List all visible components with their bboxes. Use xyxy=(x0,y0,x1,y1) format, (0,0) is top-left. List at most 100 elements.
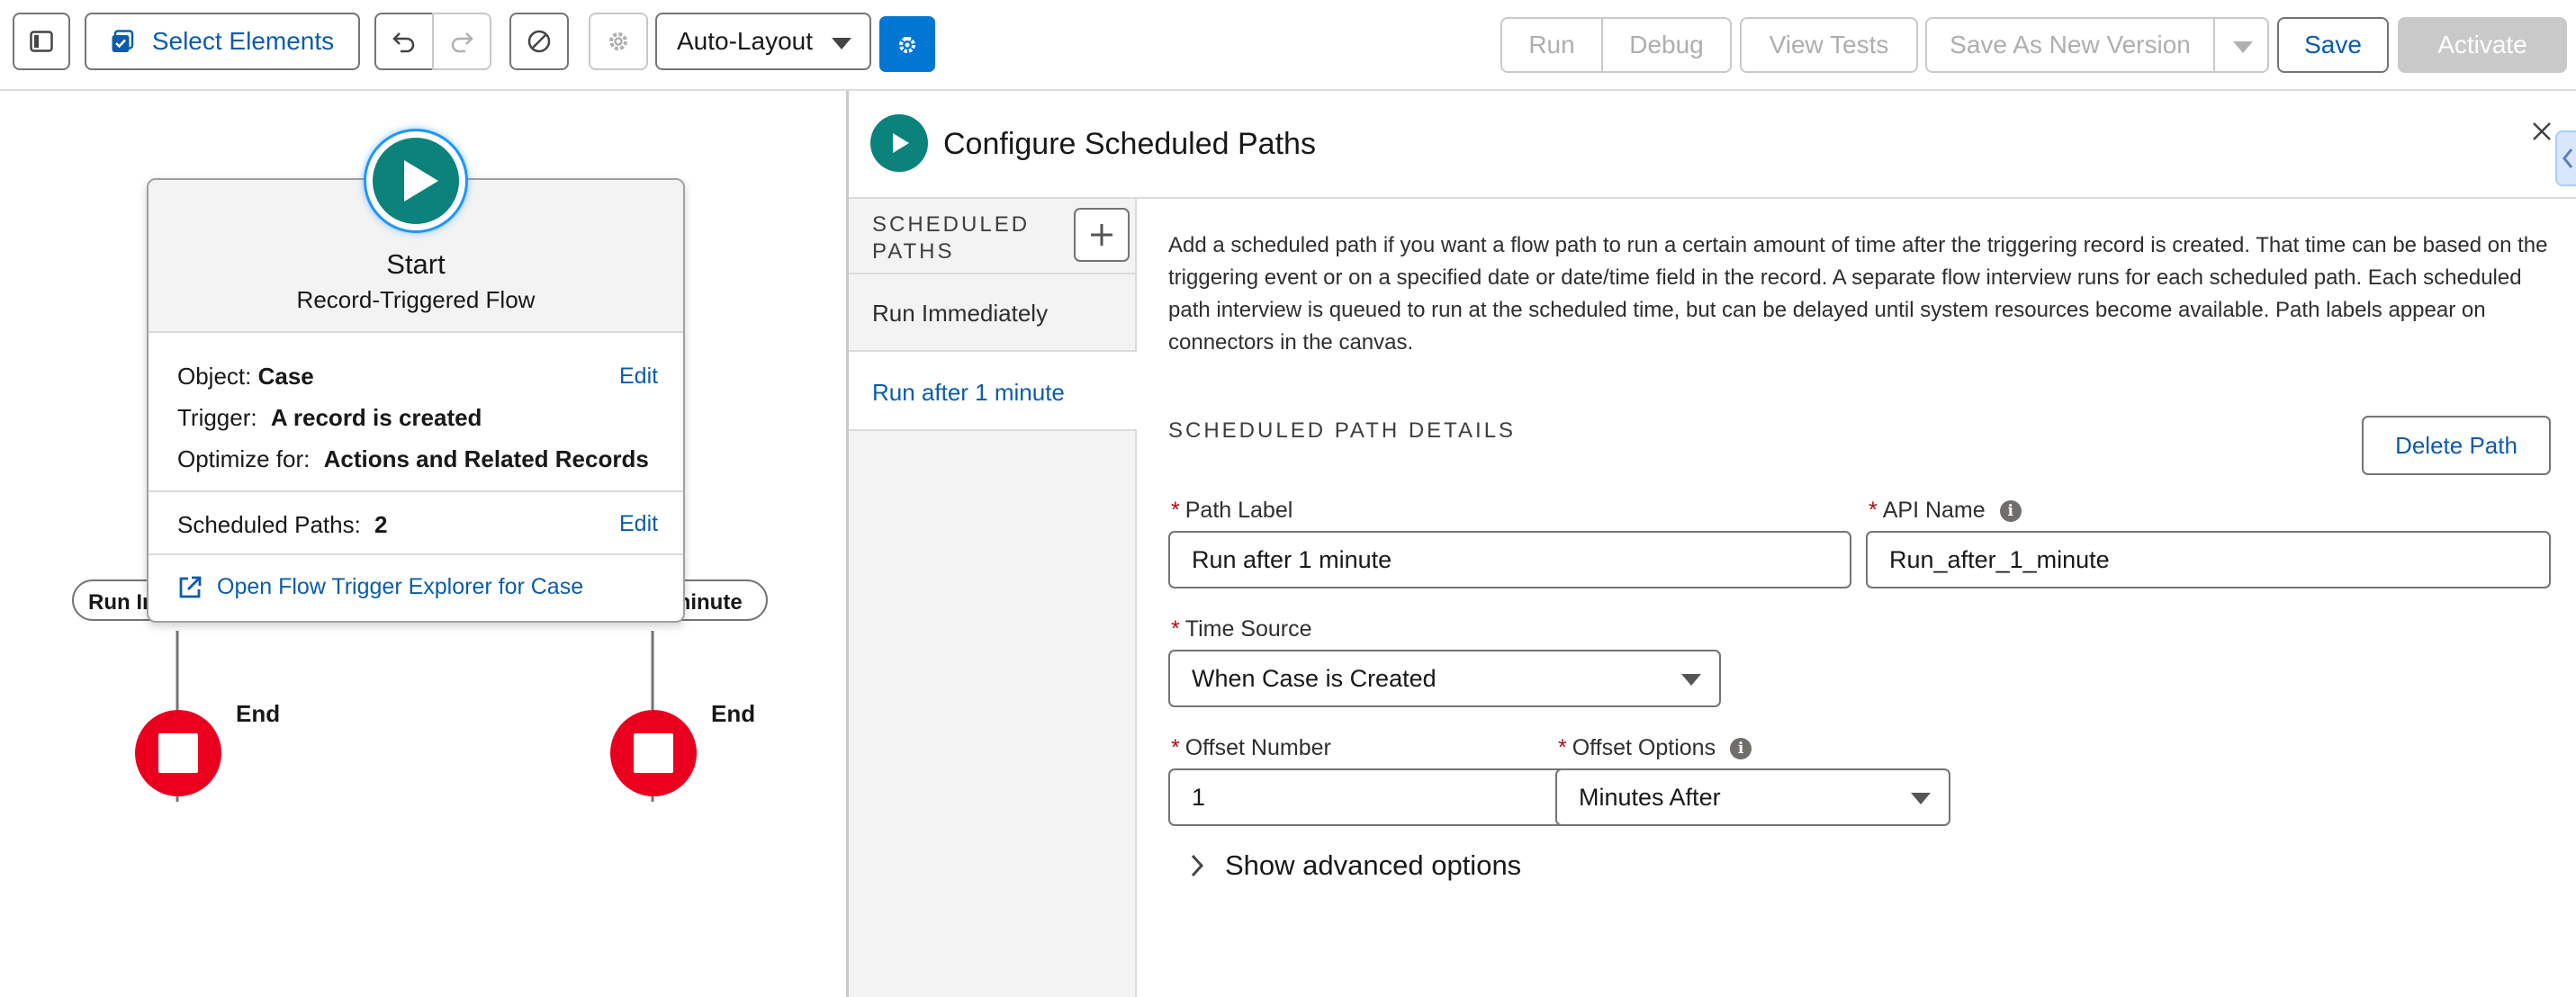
undo-icon xyxy=(392,29,417,54)
delete-path-label: Delete Path xyxy=(2395,431,2517,459)
optimize-row: Optimize for: Actions and Related Record… xyxy=(177,445,649,473)
debug-label: Debug xyxy=(1629,31,1704,58)
chevron-left-icon xyxy=(2562,148,2573,168)
undo-button[interactable] xyxy=(374,13,434,70)
external-link-icon xyxy=(177,575,203,600)
play-icon xyxy=(893,133,909,153)
add-path-button[interactable] xyxy=(1074,208,1130,262)
show-advanced-options-toggle[interactable]: Show advanced options xyxy=(1189,849,1521,882)
collapse-panel-tab[interactable] xyxy=(2555,130,2576,186)
scheduled-paths-value: 2 xyxy=(374,511,388,538)
show-advanced-options-label: Show advanced options xyxy=(1225,849,1522,881)
add-icon xyxy=(1091,224,1112,246)
select-elements-button[interactable]: Select Elements xyxy=(85,13,360,70)
path-item-label: Run after 1 minute xyxy=(872,379,1065,406)
panel-header-icon xyxy=(870,114,928,172)
flow-settings-button[interactable] xyxy=(879,16,935,72)
configure-scheduled-paths-panel: Configure Scheduled Paths SCHEDULED PATH… xyxy=(846,91,2576,997)
chevron-down-icon xyxy=(1681,674,1701,686)
sidebar-toggle-icon xyxy=(30,31,53,52)
redo-button[interactable] xyxy=(432,13,491,70)
offset-number-field-label: * Offset Number xyxy=(1171,735,1331,760)
end-node-left[interactable] xyxy=(135,710,221,796)
start-node-card[interactable]: Start Record-Triggered Flow Object: Case… xyxy=(147,178,685,623)
view-tests-label: View Tests xyxy=(1769,31,1889,58)
layout-dropdown-icon xyxy=(832,38,851,49)
redo-icon xyxy=(449,29,474,54)
chevron-down-icon xyxy=(1911,793,1931,804)
activate-label: Activate xyxy=(2437,31,2527,58)
flow-settings-icon xyxy=(896,32,919,56)
save-button[interactable]: Save xyxy=(2277,17,2389,73)
scheduled-paths-row: Scheduled Paths: 2 xyxy=(177,511,388,539)
layout-select[interactable]: Auto-Layout xyxy=(655,13,871,70)
object-row: Object: Case xyxy=(177,363,314,391)
trigger-value: A record is created xyxy=(270,404,482,431)
settings-button[interactable] xyxy=(589,13,648,70)
error-toggle-button[interactable] xyxy=(509,13,569,70)
gear-icon xyxy=(606,29,631,54)
play-icon xyxy=(404,160,438,202)
end-label-left: End xyxy=(236,700,281,727)
section-heading: SCHEDULED PATH DETAILS xyxy=(1168,418,1517,443)
open-flow-trigger-explorer-link[interactable]: Open Flow Trigger Explorer for Case xyxy=(177,574,583,600)
flow-canvas[interactable]: Run Im minute Start Record-Triggered Flo… xyxy=(0,91,846,997)
path-item-run-after-1-minute[interactable]: Run after 1 minute xyxy=(849,352,1137,431)
time-source-select-value: When Case is Created xyxy=(1192,664,1437,692)
toggle-sidebar-button[interactable] xyxy=(13,13,70,70)
select-elements-icon xyxy=(111,30,134,53)
save-options-dropdown[interactable] xyxy=(2213,17,2269,73)
api-name-input-value: Run_after_1_minute xyxy=(1889,545,2110,573)
trigger-row: Trigger: A record is created xyxy=(177,404,482,432)
scheduled-paths-label: Scheduled Paths: xyxy=(177,511,361,538)
run-button[interactable]: Run xyxy=(1500,17,1603,73)
time-source-field-label: * Time Source xyxy=(1171,616,1312,642)
api-name-input[interactable]: Run_after_1_minute xyxy=(1866,531,2551,588)
start-subtitle: Record-Triggered Flow xyxy=(296,286,536,313)
end-node-right[interactable] xyxy=(610,710,697,796)
select-elements-label: Select Elements xyxy=(151,27,335,55)
scheduled-paths-edit-link[interactable]: Edit xyxy=(619,511,658,537)
trigger-label: Trigger: xyxy=(177,404,257,431)
save-dropdown-icon xyxy=(2233,41,2253,53)
object-edit-link[interactable]: Edit xyxy=(619,364,658,390)
scheduled-paths-heading: SCHEDULED PATHS xyxy=(872,212,1031,264)
offset-options-select-value: Minutes After xyxy=(1579,783,1721,811)
object-value: Case xyxy=(257,363,314,390)
path-label-field-label: * Path Label xyxy=(1171,498,1293,523)
path-label-input[interactable]: Run after 1 minute xyxy=(1168,531,1851,588)
info-icon[interactable]: i xyxy=(1730,737,1752,759)
object-label: Object: xyxy=(177,363,252,390)
optimize-value: Actions and Related Records xyxy=(323,445,649,472)
delete-path-button[interactable]: Delete Path xyxy=(2362,416,2551,475)
activate-button[interactable]: Activate xyxy=(2398,17,2567,73)
divider xyxy=(149,553,683,555)
scheduled-paths-description: Add a scheduled path if you want a flow … xyxy=(1168,233,2548,355)
save-as-new-version-button[interactable]: Save As New Version xyxy=(1925,17,2215,73)
api-name-field-label: * API Name i xyxy=(1869,498,2022,524)
close-icon xyxy=(2533,122,2551,140)
save-label: Save xyxy=(2304,31,2362,58)
path-item-label: Run Immediately xyxy=(872,300,1049,327)
view-tests-button[interactable]: View Tests xyxy=(1740,17,1918,73)
optimize-label: Optimize for: xyxy=(177,445,311,472)
start-title: Start xyxy=(386,248,446,280)
start-node-icon[interactable] xyxy=(364,129,468,233)
offset-number-input[interactable]: 1 xyxy=(1168,768,1593,826)
stop-icon xyxy=(634,733,673,773)
path-item-run-immediately[interactable]: Run Immediately xyxy=(849,274,1137,352)
info-icon[interactable]: i xyxy=(1999,499,2022,522)
scheduled-paths-sidebar: SCHEDULED PATHS Run Immediately Run afte… xyxy=(849,199,1137,997)
open-flow-trigger-explorer-label: Open Flow Trigger Explorer for Case xyxy=(217,574,584,599)
end-label-right: End xyxy=(711,700,756,727)
chevron-right-icon xyxy=(1189,852,1205,879)
offset-options-select[interactable]: Minutes After xyxy=(1555,768,1950,826)
offset-number-input-value: 1 xyxy=(1192,783,1206,811)
time-source-select[interactable]: When Case is Created xyxy=(1168,650,1721,707)
panel-title: Configure Scheduled Paths xyxy=(943,127,1316,161)
run-label: Run xyxy=(1528,31,1575,58)
close-panel-button[interactable] xyxy=(2528,118,2555,145)
debug-button[interactable]: Debug xyxy=(1601,17,1732,73)
layout-select-value: Auto-Layout xyxy=(677,27,813,55)
divider xyxy=(149,490,683,492)
